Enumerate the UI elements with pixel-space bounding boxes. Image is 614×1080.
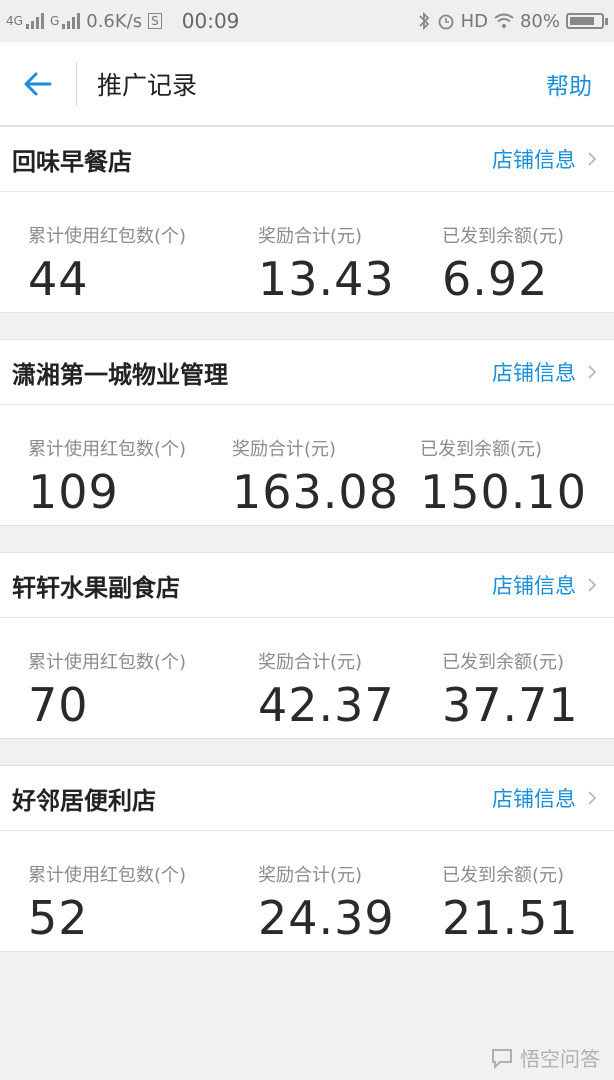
shop-card-header: 好邻居便利店 店铺信息	[0, 766, 614, 831]
shop-stats: 累计使用红包数(个) 52 奖励合计(元) 24.39 已发到余额(元) 21.…	[0, 831, 614, 951]
paid-balance-value: 6.92	[442, 252, 549, 306]
shop-card: 回味早餐店 店铺信息 累计使用红包数(个) 44 奖励合计(元) 13.43 已…	[0, 126, 614, 313]
shop-info-label: 店铺信息	[492, 787, 576, 811]
paid-balance-value: 150.10	[420, 465, 587, 519]
paid-balance-value: 21.51	[442, 891, 579, 945]
shop-name: 回味早餐店	[12, 147, 132, 176]
back-button[interactable]	[0, 42, 76, 125]
used-count-stat: 累计使用红包数(个) 109	[28, 435, 232, 525]
paid-balance-label: 已发到余额(元)	[442, 226, 565, 247]
shop-stats: 累计使用红包数(个) 70 奖励合计(元) 42.37 已发到余额(元) 37.…	[0, 618, 614, 738]
shop-list: 回味早餐店 店铺信息 累计使用红包数(个) 44 奖励合计(元) 13.43 已…	[0, 126, 614, 952]
s-icon: S	[148, 13, 162, 29]
shop-card: 潇湘第一城物业管理 店铺信息 累计使用红包数(个) 109 奖励合计(元) 16…	[0, 339, 614, 526]
status-bar: 4G G 0.6K/s S 00:09 HD 80%	[0, 0, 614, 42]
paid-balance-label: 已发到余额(元)	[420, 439, 543, 460]
shop-info-link[interactable]: 店铺信息	[492, 570, 600, 600]
chevron-right-icon	[588, 791, 597, 805]
shop-card: 好邻居便利店 店铺信息 累计使用红包数(个) 52 奖励合计(元) 24.39 …	[0, 765, 614, 952]
reward-total-stat: 奖励合计(元) 24.39	[258, 861, 442, 951]
shop-card-header: 潇湘第一城物业管理 店铺信息	[0, 340, 614, 405]
shop-stats: 累计使用红包数(个) 44 奖励合计(元) 13.43 已发到余额(元) 6.9…	[0, 192, 614, 312]
used-count-stat: 累计使用红包数(个) 70	[28, 648, 258, 738]
paid-balance-stat: 已发到余额(元) 37.71	[442, 648, 579, 738]
nav-bar: 推广记录 帮助	[0, 42, 614, 126]
battery-icon	[566, 13, 608, 29]
used-count-label: 累计使用红包数(个)	[28, 439, 187, 460]
reward-total-value: 163.08	[232, 465, 399, 519]
used-count-value: 109	[28, 465, 119, 519]
reward-total-label: 奖励合计(元)	[258, 226, 363, 247]
shop-stats: 累计使用红包数(个) 109 奖励合计(元) 163.08 已发到余额(元) 1…	[0, 405, 614, 525]
used-count-stat: 累计使用红包数(个) 52	[28, 861, 258, 951]
reward-total-value: 13.43	[258, 252, 395, 306]
shop-name: 轩轩水果副食店	[12, 573, 180, 602]
back-arrow-icon	[24, 72, 52, 95]
reward-total-label: 奖励合计(元)	[258, 865, 363, 886]
clock: 00:09	[181, 9, 240, 33]
reward-total-stat: 奖励合计(元) 163.08	[232, 435, 420, 525]
paid-balance-label: 已发到余额(元)	[442, 865, 565, 886]
used-count-value: 70	[28, 678, 89, 732]
paid-balance-stat: 已发到余额(元) 6.92	[442, 222, 564, 312]
hd-indicator: HD	[460, 10, 488, 32]
shop-info-label: 店铺信息	[492, 148, 576, 172]
shop-info-link[interactable]: 店铺信息	[492, 783, 600, 813]
used-count-stat: 累计使用红包数(个) 44	[28, 222, 258, 312]
paid-balance-stat: 已发到余额(元) 150.10	[420, 435, 587, 525]
network-type-2: G	[49, 14, 60, 28]
reward-total-stat: 奖励合计(元) 42.37	[258, 648, 442, 738]
watermark: 悟空问答	[490, 1043, 600, 1072]
watermark-text: 悟空问答	[520, 1047, 600, 1071]
shop-name: 潇湘第一城物业管理	[12, 360, 228, 389]
speech-bubble-icon	[492, 1048, 512, 1069]
alarm-icon	[438, 14, 453, 30]
shop-info-link[interactable]: 店铺信息	[492, 144, 600, 174]
nav-divider	[76, 61, 77, 106]
used-count-value: 44	[28, 252, 89, 306]
used-count-value: 52	[28, 891, 89, 945]
reward-total-label: 奖励合计(元)	[258, 652, 363, 673]
chevron-right-icon	[588, 152, 597, 166]
chevron-right-icon	[588, 578, 597, 592]
shop-info-link[interactable]: 店铺信息	[492, 357, 600, 387]
used-count-label: 累计使用红包数(个)	[28, 652, 187, 673]
shop-name: 好邻居便利店	[12, 786, 156, 815]
reward-total-label: 奖励合计(元)	[232, 439, 337, 460]
shop-card-header: 回味早餐店 店铺信息	[0, 127, 614, 192]
battery-percent: 80%	[519, 10, 560, 32]
reward-total-stat: 奖励合计(元) 13.43	[258, 222, 442, 312]
signal-icon-2	[62, 13, 81, 29]
help-button[interactable]: 帮助	[546, 67, 592, 101]
used-count-label: 累计使用红包数(个)	[28, 865, 187, 886]
wifi-icon	[494, 13, 514, 28]
paid-balance-value: 37.71	[442, 678, 579, 732]
shop-card: 轩轩水果副食店 店铺信息 累计使用红包数(个) 70 奖励合计(元) 42.37…	[0, 552, 614, 739]
network-speed: 0.6K/s	[86, 10, 143, 32]
signal-icon	[25, 13, 44, 29]
shop-info-label: 店铺信息	[492, 574, 576, 598]
reward-total-value: 24.39	[258, 891, 395, 945]
shop-info-label: 店铺信息	[492, 361, 576, 385]
used-count-label: 累计使用红包数(个)	[28, 226, 187, 247]
reward-total-value: 42.37	[258, 678, 395, 732]
paid-balance-stat: 已发到余额(元) 21.51	[442, 861, 579, 951]
network-type: 4G	[6, 14, 23, 28]
chevron-right-icon	[588, 365, 597, 379]
bluetooth-icon	[418, 12, 429, 30]
page-title: 推广记录	[97, 70, 198, 100]
paid-balance-label: 已发到余额(元)	[442, 652, 565, 673]
shop-card-header: 轩轩水果副食店 店铺信息	[0, 553, 614, 618]
